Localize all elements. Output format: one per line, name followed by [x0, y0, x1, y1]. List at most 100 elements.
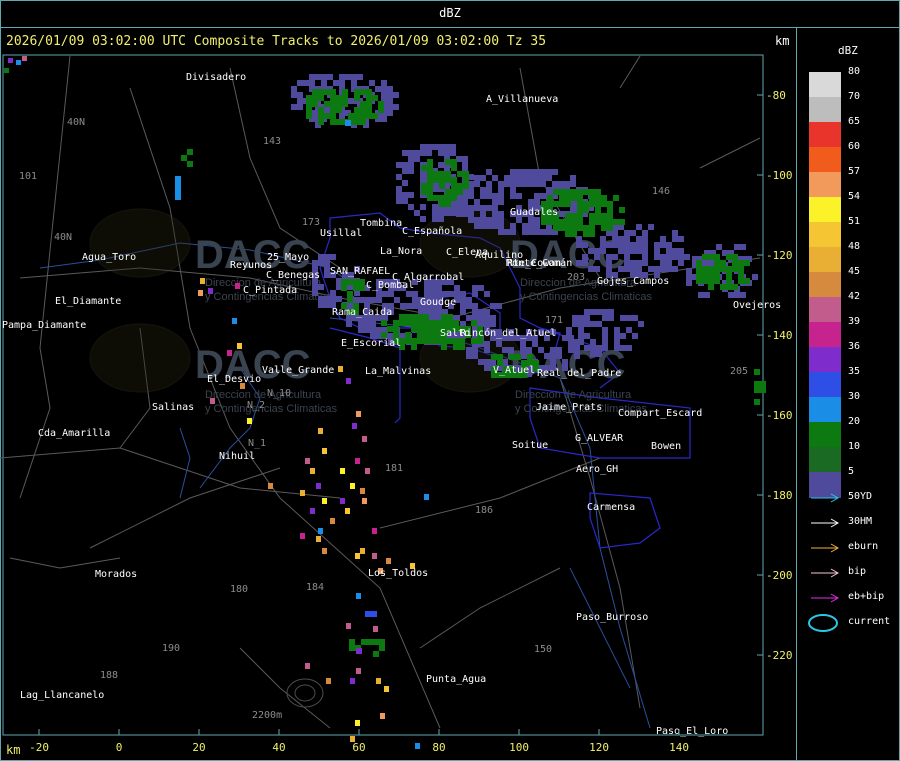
echo-cell: [754, 381, 760, 387]
echo-cell: [636, 260, 642, 266]
echo-cell: [354, 113, 360, 119]
echo-cell: [330, 107, 336, 113]
radar-map[interactable]: DACC DACC DACC DACC Direccion de Agricul…: [0, 28, 797, 761]
echo-cell: [361, 639, 367, 645]
legend-level-label: 5: [848, 466, 855, 477]
echo-cell: [520, 347, 526, 353]
track-arrow-icon: [811, 543, 840, 553]
echo-cell: [376, 297, 382, 303]
echo-cell: [582, 260, 588, 266]
echo-cell: [421, 183, 427, 189]
echo-cell: [447, 314, 453, 320]
echo-cell: [714, 266, 720, 272]
echo-cell: [388, 291, 394, 297]
echo-cell: [516, 169, 522, 175]
echo-cell: [393, 326, 399, 332]
echo-cell: [734, 244, 740, 250]
legend-level-label: 30: [848, 391, 861, 402]
echo-cell: [601, 219, 607, 225]
echo-cell: [708, 278, 714, 284]
echo-cell: [402, 150, 408, 156]
legend-level-label: 10: [848, 441, 861, 452]
echo-cell: [559, 219, 565, 225]
echo-cell: [595, 189, 601, 195]
echo-cell: [438, 150, 444, 156]
echo-cell: [648, 224, 654, 230]
echo-cell: [187, 149, 193, 155]
echo-cell: [420, 204, 426, 210]
echo-cell: [558, 181, 564, 187]
echo-cell: [584, 345, 590, 351]
echo-cell: [619, 219, 625, 225]
echo-cell: [760, 387, 766, 393]
echo-cell: [439, 183, 445, 189]
echo-cell: [478, 285, 484, 291]
echo-cell: [596, 345, 602, 351]
echo-cell: [291, 86, 297, 92]
echo-cell: [498, 211, 504, 217]
echo-cell: [595, 201, 601, 207]
echo-cell: [577, 213, 583, 219]
echo-cell: [602, 315, 608, 321]
echo-cell: [565, 213, 571, 219]
x-tick-label: 40: [272, 741, 285, 754]
echo-cell: [462, 156, 468, 162]
echo-cell: [427, 195, 433, 201]
echo-cell: [608, 309, 614, 315]
echo-cell: [330, 119, 336, 125]
echo-cell: [584, 333, 590, 339]
echo-cell: [444, 144, 450, 150]
echo-cell: [312, 290, 318, 296]
echo-cell: [412, 303, 418, 309]
echo-cell: [457, 171, 463, 177]
echo-cell: [402, 192, 408, 198]
echo-cell: [583, 231, 589, 237]
echo-cell: [324, 101, 330, 107]
echo-cell: [660, 260, 666, 266]
echo-cell: [702, 254, 708, 260]
echo-cell: [303, 80, 309, 86]
legend-swatch-48: [809, 247, 841, 273]
track-label: 30HM: [848, 516, 873, 527]
echo-cell: [357, 74, 363, 80]
echo-cell: [381, 86, 387, 92]
echo-cell: [754, 399, 760, 405]
echo-cell: [484, 309, 490, 315]
x-tick-label: 20: [192, 741, 205, 754]
echo-cell: [636, 242, 642, 248]
place-label: Monte_Comán: [506, 257, 572, 269]
place-label: Nihuil: [219, 451, 255, 462]
echo-cell: [433, 177, 439, 183]
place-label: Rama_Caida: [332, 307, 392, 318]
echo-cell: [546, 187, 552, 193]
echo-cell: [330, 101, 336, 107]
echo-cell: [330, 95, 336, 101]
echo-cell: [463, 177, 469, 183]
echo-cell: [726, 284, 732, 290]
echo-cell: [594, 266, 600, 272]
echo-cell: [472, 309, 478, 315]
echo-cell: [504, 175, 510, 181]
y-tick-label: -160: [766, 409, 793, 422]
echo-cell: [414, 150, 420, 156]
echo-cell: [490, 315, 496, 321]
route-label: 203: [567, 272, 585, 283]
echo-cell: [369, 80, 375, 86]
echo-cell: [345, 120, 351, 126]
echo-cell: [490, 303, 496, 309]
echo-cell: [381, 320, 387, 326]
echo-cell: [324, 296, 330, 302]
echo-cell: [565, 231, 571, 237]
echo-cell: [492, 175, 498, 181]
echo-cell: [423, 326, 429, 332]
echo-cell: [492, 199, 498, 205]
track-label: 50YD: [848, 491, 873, 502]
echo-cell: [590, 321, 596, 327]
echo-cell: [606, 242, 612, 248]
place-label: Tombina: [360, 218, 402, 229]
echo-cell: [612, 254, 618, 260]
echo-cell: [339, 80, 345, 86]
echo-cell: [630, 248, 636, 254]
echo-cell: [686, 280, 692, 286]
echo-cell: [364, 327, 370, 333]
